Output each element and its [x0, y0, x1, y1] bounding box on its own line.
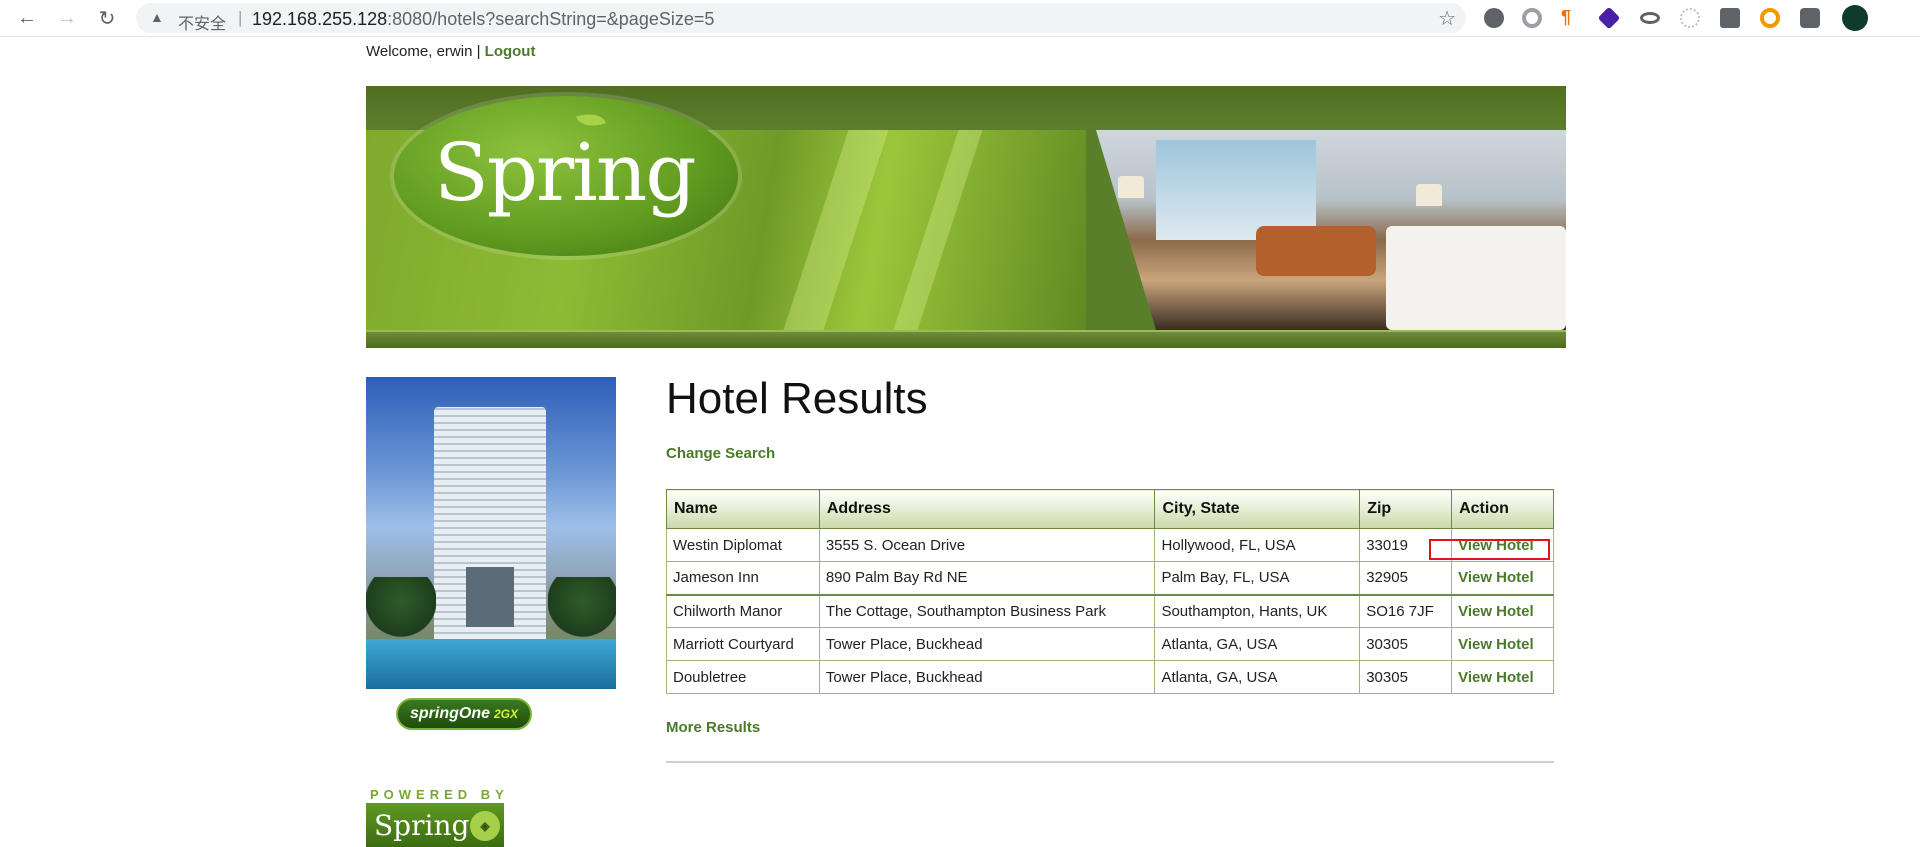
- extension-globe-icon[interactable]: [1680, 8, 1700, 28]
- column-header-zip: Zip: [1359, 489, 1453, 529]
- hotel-city-state: Southampton, Hants, UK: [1154, 594, 1361, 628]
- column-header-city-state: City, State: [1154, 489, 1361, 529]
- address-bar[interactable]: ▲ 不安全 | 192.168.255.128:8080/hotels?sear…: [136, 3, 1466, 33]
- hotel-name: Doubletree: [666, 660, 820, 694]
- security-label: 不安全: [178, 14, 227, 33]
- hotel-tower-photo: [366, 377, 616, 689]
- hotel-address: Tower Place, Buckhead: [818, 627, 1156, 661]
- table-row: Chilworth Manor The Cottage, Southampton…: [666, 594, 1554, 628]
- table-row: Jameson Inn 890 Palm Bay Rd NE Palm Bay,…: [666, 561, 1554, 596]
- hotel-zip: 30305: [1359, 627, 1453, 661]
- warning-icon: ▲: [150, 9, 164, 25]
- table-row: Westin Diplomat 3555 S. Ocean Drive Holl…: [666, 528, 1554, 562]
- column-header-action: Action: [1451, 489, 1554, 529]
- hotel-results-table: Name Address City, State Zip Action West…: [666, 489, 1554, 694]
- hotel-zip: SO16 7JF: [1359, 594, 1453, 628]
- hotel-address: Tower Place, Buckhead: [818, 660, 1156, 694]
- welcome-text: Welcome, erwin |: [366, 43, 485, 60]
- column-header-name: Name: [666, 489, 820, 529]
- change-search-link[interactable]: Change Search: [666, 445, 775, 462]
- extension-media-icon[interactable]: [1720, 8, 1740, 28]
- divider: [666, 761, 1554, 763]
- extension-hat-icon[interactable]: [1640, 12, 1660, 24]
- spring-logo-text: Spring: [434, 126, 697, 219]
- hotel-address: The Cottage, Southampton Business Park: [818, 594, 1156, 628]
- header-banner: Spring: [366, 86, 1566, 348]
- view-hotel-link[interactable]: View Hotel: [1458, 603, 1534, 620]
- spring-circle-icon: ◈: [470, 811, 500, 841]
- view-hotel-link[interactable]: View Hotel: [1458, 569, 1534, 586]
- url-text[interactable]: 192.168.255.128:8080/hotels?searchString…: [252, 9, 714, 30]
- hotel-zip: 30305: [1359, 660, 1453, 694]
- browser-toolbar: ← → ↻ ▲ 不安全 | 192.168.255.128:8080/hotel…: [0, 0, 1920, 37]
- table-row: Marriott Courtyard Tower Place, Buckhead…: [666, 627, 1554, 661]
- hotel-name: Jameson Inn: [666, 561, 820, 596]
- extension-paragraph-icon[interactable]: ¶: [1561, 8, 1581, 28]
- hotel-city-state: Hollywood, FL, USA: [1154, 528, 1361, 562]
- hotel-name: Marriott Courtyard: [666, 627, 820, 661]
- extensions-puzzle-icon[interactable]: [1800, 8, 1820, 28]
- hotel-city-state: Atlanta, GA, USA: [1154, 627, 1361, 661]
- hotel-address: 3555 S. Ocean Drive: [818, 528, 1156, 562]
- highlight-box: [1429, 539, 1550, 560]
- extension-diamond-icon[interactable]: [1597, 6, 1621, 30]
- back-icon[interactable]: ←: [14, 5, 40, 31]
- bookmark-star-icon[interactable]: ☆: [1438, 6, 1456, 31]
- table-header-row: Name Address City, State Zip Action: [666, 489, 1554, 529]
- extension-circle-icon[interactable]: [1522, 8, 1542, 28]
- hotel-city-state: Palm Bay, FL, USA: [1154, 561, 1361, 596]
- forward-icon[interactable]: →: [54, 5, 80, 31]
- profile-avatar[interactable]: [1842, 5, 1868, 31]
- view-hotel-link[interactable]: View Hotel: [1458, 669, 1534, 686]
- extension-sync-icon[interactable]: [1760, 8, 1780, 28]
- view-hotel-link[interactable]: View Hotel: [1458, 636, 1534, 653]
- extension-gear-icon[interactable]: [1484, 8, 1504, 28]
- springone-badge[interactable]: springOne 2GX: [396, 698, 532, 730]
- page-title: Hotel Results: [666, 374, 928, 423]
- more-results-link[interactable]: More Results: [666, 719, 760, 736]
- separator: |: [238, 8, 243, 27]
- hotel-name: Chilworth Manor: [666, 594, 820, 628]
- hotel-name: Westin Diplomat: [666, 528, 820, 562]
- hotel-address: 890 Palm Bay Rd NE: [818, 561, 1156, 596]
- table-row: Doubletree Tower Place, Buckhead Atlanta…: [666, 660, 1554, 694]
- reload-icon[interactable]: ↻: [94, 5, 120, 31]
- logout-link[interactable]: Logout: [485, 43, 536, 60]
- welcome-bar: Welcome, erwin | Logout: [366, 43, 535, 60]
- hotel-city-state: Atlanta, GA, USA: [1154, 660, 1361, 694]
- spring-powered-badge[interactable]: Spring ◈: [366, 803, 504, 847]
- hotel-zip: 32905: [1359, 561, 1453, 596]
- column-header-address: Address: [818, 489, 1156, 529]
- powered-by-label: POWERED BY: [370, 787, 509, 802]
